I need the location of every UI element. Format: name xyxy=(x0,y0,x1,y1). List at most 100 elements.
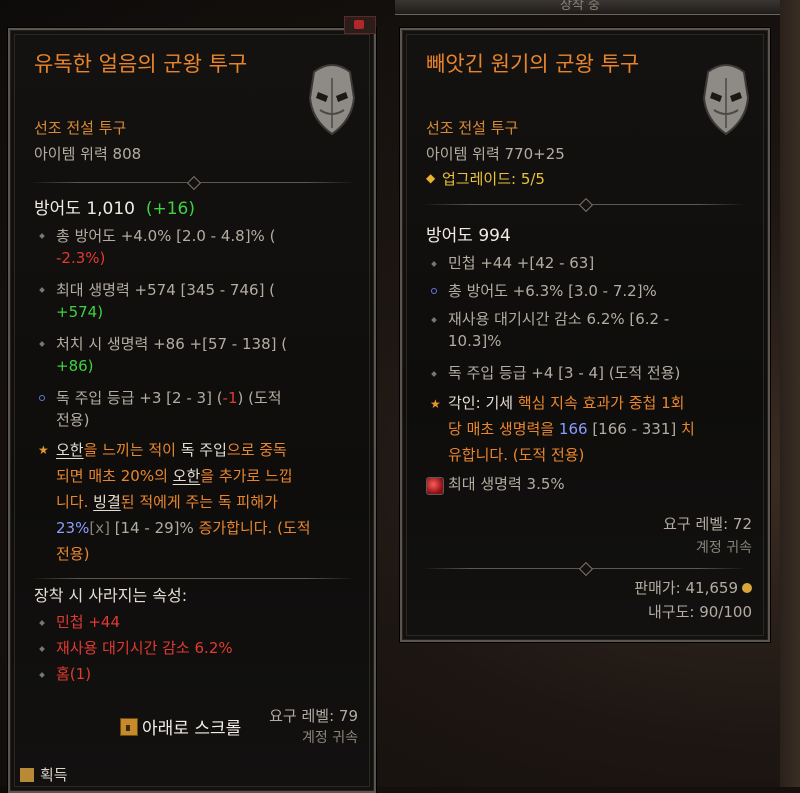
aspect-text: 을 추가로 느낍 xyxy=(200,467,293,485)
aspect-line: 유합니다. (도적 전용) xyxy=(448,446,585,464)
keyword: 빙결 xyxy=(93,493,121,511)
scroll-hint-label: 아래로 스크롤 xyxy=(142,719,242,739)
stat-text: 독 주입 등급 +3 [2 - 3] ( xyxy=(56,389,223,407)
aspect-text: 당 매초 생명력을 xyxy=(448,420,559,438)
rogue-bullet-icon xyxy=(431,288,437,294)
item-power: 아이템 위력 808 xyxy=(34,145,142,163)
item-rarity: 선조 전설 투구 xyxy=(34,119,127,137)
aspect-text: 되면 매초 20%의 xyxy=(56,467,173,485)
item-power: 아이템 위력 770+25 xyxy=(426,145,565,163)
stat-bullet-icon xyxy=(431,317,437,323)
divider xyxy=(422,197,747,213)
upgrade-icon: ◆ xyxy=(426,171,436,185)
acquire-tab[interactable]: 획득 xyxy=(20,764,68,785)
gold-icon xyxy=(742,583,752,593)
aspect-value: 166 xyxy=(558,420,588,438)
stat-line: 독 주입 등급 +3 [2 - 3] (-1) (도적 xyxy=(56,386,282,410)
aspect-value: 23% xyxy=(56,519,90,537)
divider xyxy=(30,175,355,191)
keyword: 기세 xyxy=(485,394,518,412)
item-name: 유독한 얼음의 군왕 투구 xyxy=(34,52,248,76)
item-tooltip-right: 빼앗긴 원기의 군왕 투구 선조 전설 투구 아이템 위력 770+25 ◆ 업… xyxy=(400,28,770,642)
stat-delta: +86) xyxy=(56,357,94,375)
aspect-text: 니다. xyxy=(56,493,94,511)
aspect-text: 핵심 지속 효과가 중첩 1회 xyxy=(517,394,685,412)
armor-label: 방어도 1,010 xyxy=(34,199,135,219)
equipped-tab-label: 장착 중 xyxy=(560,0,601,13)
stat-line: 독 주입 등급 +4 [3 - 4] (도적 전용) xyxy=(448,364,681,382)
sell-value: 판매가: 41,659 xyxy=(634,576,752,600)
background-wall xyxy=(780,0,800,787)
stat-delta: -2.3%) xyxy=(56,249,106,267)
stat-bullet-icon xyxy=(39,672,45,678)
required-level: 요구 레벨: 79 xyxy=(269,707,358,725)
aspect-text: 증가합니다. (도적 xyxy=(193,519,311,537)
scroll-down-hint[interactable]: 아래로 스크롤 xyxy=(120,714,241,739)
stat-bullet-icon xyxy=(39,287,45,293)
aspect-range: [166 - 331] xyxy=(587,420,677,438)
aspect-line: 당 매초 생명력을 166 [166 - 331] 치 xyxy=(448,417,695,441)
aspect-line: 되면 매초 20%의 오한을 추가로 느낍 xyxy=(56,464,293,488)
armor-value: 방어도 1,010 (+16) xyxy=(34,197,195,221)
lost-stat: 홈(1) xyxy=(56,665,92,683)
aspect-text: 치 xyxy=(676,420,695,438)
stat-line: 총 방어도 +4.0% [2.0 - 4.8]% ( xyxy=(56,227,276,245)
stat-bullet-icon xyxy=(431,261,437,267)
rogue-bullet-icon xyxy=(39,395,45,401)
scroll-icon xyxy=(120,717,138,736)
armor-value: 방어도 994 xyxy=(426,226,511,246)
socket-stat: 최대 생명력 3.5% xyxy=(448,475,565,493)
acquire-icon xyxy=(20,767,34,782)
ruby-gem-icon xyxy=(426,477,444,495)
required-level: 요구 레벨: 72 xyxy=(663,515,752,533)
compare-gem-icon xyxy=(344,16,376,34)
aspect-line: 니다. 빙결된 적에게 주는 독 피해가 xyxy=(56,490,278,514)
lost-stat: 재사용 대기시간 감소 6.2% xyxy=(56,639,233,657)
stat-bullet-icon xyxy=(39,620,45,626)
aspect-text: 된 적에게 주는 독 피해가 xyxy=(120,493,278,511)
item-tooltip-left: 유독한 얼음의 군왕 투구 선조 전설 투구 아이템 위력 808 방어도 1,… xyxy=(8,16,376,793)
upgrade-count: 업그레이드: 5/5 xyxy=(442,170,545,188)
keyword: 오한 xyxy=(172,467,201,485)
account-bound: 계정 귀속 xyxy=(696,540,752,556)
equipped-tab: 장착 중 xyxy=(395,0,790,15)
aspect-text: 으로 중독 xyxy=(226,441,287,459)
stat-delta: +574) xyxy=(56,303,104,321)
stat-line: 민첩 +44 +[42 - 63] xyxy=(448,254,595,272)
aspect-star-icon: ★ xyxy=(430,397,441,411)
stat-line-cont: 전용) xyxy=(56,411,90,429)
aspect-range: [x] xyxy=(89,519,110,537)
durability: 내구도: 90/100 xyxy=(648,603,752,621)
divider xyxy=(30,578,355,579)
lost-stat: 민첩 +44 xyxy=(56,613,121,631)
stat-line: 총 방어도 +6.3% [3.0 - 7.2]% xyxy=(448,282,657,300)
aspect-label: 각인: xyxy=(448,394,486,412)
keyword: 독 주입 xyxy=(180,441,227,459)
acquire-label: 획득 xyxy=(40,766,68,784)
aspect-line: 각인: 기세 핵심 지속 효과가 중첩 1회 xyxy=(448,391,684,415)
stat-bullet-icon xyxy=(39,646,45,652)
lost-stats-header: 장착 시 사라지는 속성: xyxy=(34,586,188,605)
aspect-line: 23%[x] [14 - 29]% 증가합니다. (도적 xyxy=(56,516,311,540)
stat-line: 최대 생명력 +574 [345 - 746] ( xyxy=(56,281,276,299)
sell-value-text: 판매가: 41,659 xyxy=(634,579,738,597)
divider xyxy=(422,561,747,577)
aspect-range: [14 - 29]% xyxy=(109,519,194,537)
stat-line-cont: 10.3]% xyxy=(448,332,502,350)
helm-icon xyxy=(702,64,750,136)
item-name: 빼앗긴 원기의 군왕 투구 xyxy=(426,52,640,76)
armor-delta: (+16) xyxy=(145,199,195,219)
item-rarity: 선조 전설 투구 xyxy=(426,119,519,137)
stat-line: 처치 시 생명력 +86 +[57 - 138] ( xyxy=(56,335,288,353)
aspect-star-icon: ★ xyxy=(38,443,49,457)
stat-line: 재사용 대기시간 감소 6.2% [6.2 - xyxy=(448,310,670,328)
aspect-line: 오한을 느끼는 적이 독 주입으로 중독 xyxy=(56,438,287,462)
stat-bullet-icon xyxy=(39,233,45,239)
stat-bullet-icon xyxy=(39,341,45,347)
account-bound: 계정 귀속 xyxy=(302,730,358,746)
stat-delta: -1 xyxy=(222,389,238,407)
aspect-text: 을 느끼는 적이 xyxy=(83,441,181,459)
keyword: 오한 xyxy=(56,441,84,459)
stat-suffix: ) (도적 xyxy=(237,389,282,407)
aspect-line: 전용) xyxy=(56,545,90,563)
